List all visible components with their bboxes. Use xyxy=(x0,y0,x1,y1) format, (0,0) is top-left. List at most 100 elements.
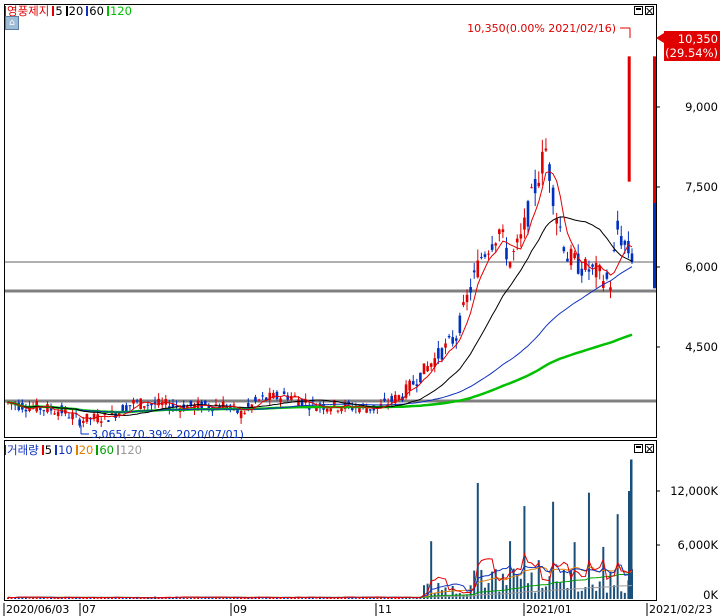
candle-body xyxy=(272,392,275,399)
candle-body xyxy=(616,220,619,230)
candle-body xyxy=(462,302,465,306)
volume-bar xyxy=(620,591,623,599)
candle-body xyxy=(469,287,472,293)
candle-body xyxy=(653,203,656,289)
volume-bar xyxy=(444,587,447,599)
candle-body xyxy=(562,247,566,252)
volume-bar xyxy=(42,598,45,599)
candle-body xyxy=(472,270,476,273)
candle-body xyxy=(232,404,236,406)
volume-bar xyxy=(587,492,590,599)
candle-body xyxy=(627,56,631,182)
volume-bar xyxy=(598,581,601,599)
candle-body xyxy=(653,56,656,204)
candle-body xyxy=(411,381,415,385)
candle-body xyxy=(365,408,368,413)
candle-body xyxy=(279,398,282,403)
volume-bar xyxy=(387,597,390,599)
candle-body xyxy=(49,408,53,411)
volume-bar xyxy=(595,590,598,599)
volume-bar xyxy=(523,506,526,599)
price-tick-6000: 6,000 xyxy=(685,260,718,274)
candle-body xyxy=(135,400,139,402)
volume-bar xyxy=(225,597,228,599)
volume-bar xyxy=(28,598,31,599)
candle-body xyxy=(619,236,623,246)
volume-bar xyxy=(491,571,494,599)
current-price-tag: 10,350 (29.54%) xyxy=(656,31,720,61)
volume-bar xyxy=(189,598,192,599)
volume-bar xyxy=(544,586,547,599)
candle-body xyxy=(447,335,451,338)
volume-bar xyxy=(96,598,99,599)
candle-body xyxy=(53,413,56,415)
candle-body xyxy=(623,240,627,245)
candle-body xyxy=(609,287,612,291)
price-axis: 9,000 7,500 6,000 4,500 xyxy=(656,100,718,354)
x-label-09: 09 xyxy=(233,603,247,616)
candle-body xyxy=(99,421,103,423)
price-plot-frame xyxy=(4,4,657,438)
candle-body xyxy=(501,229,505,233)
candle-body xyxy=(325,408,329,412)
volume-bar xyxy=(498,591,501,599)
candle-body xyxy=(257,399,261,401)
candle-body xyxy=(246,403,250,407)
volume-bar xyxy=(71,598,74,599)
candle-body xyxy=(490,244,494,250)
volume-bar xyxy=(322,598,325,599)
candle-body xyxy=(505,247,508,260)
volume-bar xyxy=(301,598,304,599)
candle-body xyxy=(422,363,426,375)
candle-body xyxy=(390,395,394,402)
candle-body xyxy=(605,272,609,279)
candle-body xyxy=(290,396,293,400)
volume-bar xyxy=(383,597,386,599)
volume-bar xyxy=(562,569,565,599)
candle-body xyxy=(558,226,562,228)
volume-bar xyxy=(591,584,594,599)
candle-body xyxy=(275,391,279,400)
x-label-end: 2021/02/23 xyxy=(649,603,712,616)
price-tick-9000: 9,000 xyxy=(685,100,718,114)
volume-bar xyxy=(315,598,318,599)
volume-bar xyxy=(613,585,616,599)
volume-bar xyxy=(412,598,415,599)
candle-body xyxy=(383,398,386,401)
candle-body xyxy=(573,253,576,259)
candle-body xyxy=(426,365,429,372)
candle-body xyxy=(480,257,483,259)
volume-bar xyxy=(451,585,454,599)
candle-body xyxy=(515,238,519,243)
stock-chart[interactable]: 10,350(0.00% 2021/02/16) 3,065(-70.39% 2… xyxy=(0,0,720,616)
candle-body xyxy=(451,337,454,344)
candle-body xyxy=(254,397,257,402)
volume-bar xyxy=(229,598,232,599)
moving-averages xyxy=(7,170,633,420)
volume-bar xyxy=(401,598,404,599)
candle-body xyxy=(128,405,132,407)
candle-body xyxy=(584,258,587,270)
candle-body xyxy=(340,408,343,412)
candle-body xyxy=(544,148,548,151)
volume-bar xyxy=(605,592,608,599)
price-tick-4500: 4,500 xyxy=(685,340,718,354)
volume-bar xyxy=(519,578,522,599)
candle-body xyxy=(487,253,490,255)
candle-body xyxy=(397,395,401,399)
candle-body xyxy=(150,403,153,406)
candle-body xyxy=(96,414,99,423)
volume-plot-frame xyxy=(4,440,657,601)
candle-body xyxy=(56,411,60,417)
volume-bar xyxy=(516,574,519,599)
candle-body xyxy=(541,151,544,174)
candle-body xyxy=(42,410,46,412)
candle-body xyxy=(566,258,569,262)
x-label-2021-01: 2021/01 xyxy=(526,603,572,616)
candle-body xyxy=(533,178,537,194)
candle-body xyxy=(142,406,146,408)
volume-bar xyxy=(541,587,544,599)
volume-bar xyxy=(333,598,336,599)
volume-bar xyxy=(623,592,626,599)
candle-body xyxy=(261,395,264,397)
